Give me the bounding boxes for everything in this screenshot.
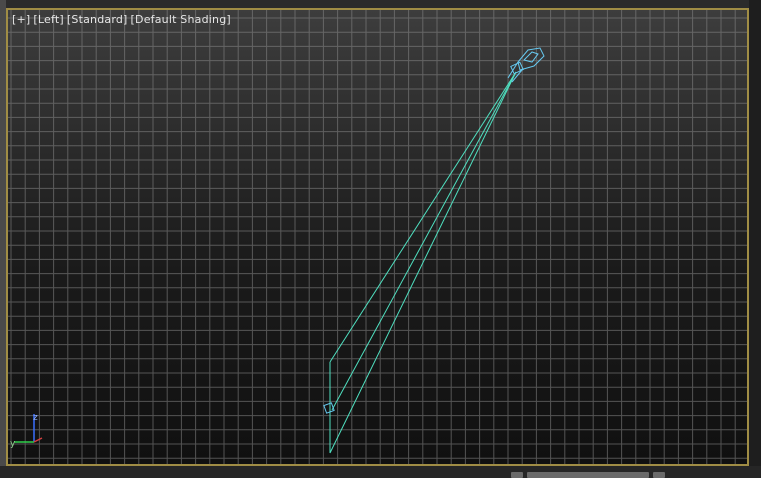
viewport-right-frame <box>749 0 761 478</box>
time-slider-track[interactable] <box>527 472 649 478</box>
viewport-standard-menu[interactable]: [Standard] <box>67 13 128 26</box>
viewport-plus-menu[interactable]: [+] <box>12 13 30 26</box>
scene-objects: z y <box>10 47 545 454</box>
viewport-shading-menu[interactable]: [Default Shading] <box>131 13 231 26</box>
axis-y-label: y <box>10 439 16 449</box>
camera-frustum[interactable] <box>329 71 517 454</box>
time-slider-left[interactable] <box>511 472 523 478</box>
axis-z-label: z <box>33 413 38 423</box>
left-viewport[interactable]: z y [+] [Left] [Standard] [Default Shading] <box>6 8 749 466</box>
viewport-label-menu: [+] [Left] [Standard] [Default Shading] <box>12 13 234 26</box>
time-slider-right[interactable] <box>653 472 665 478</box>
axis-tripod-icon: z y <box>10 413 43 449</box>
viewport-pov-menu[interactable]: [Left] <box>33 13 63 26</box>
